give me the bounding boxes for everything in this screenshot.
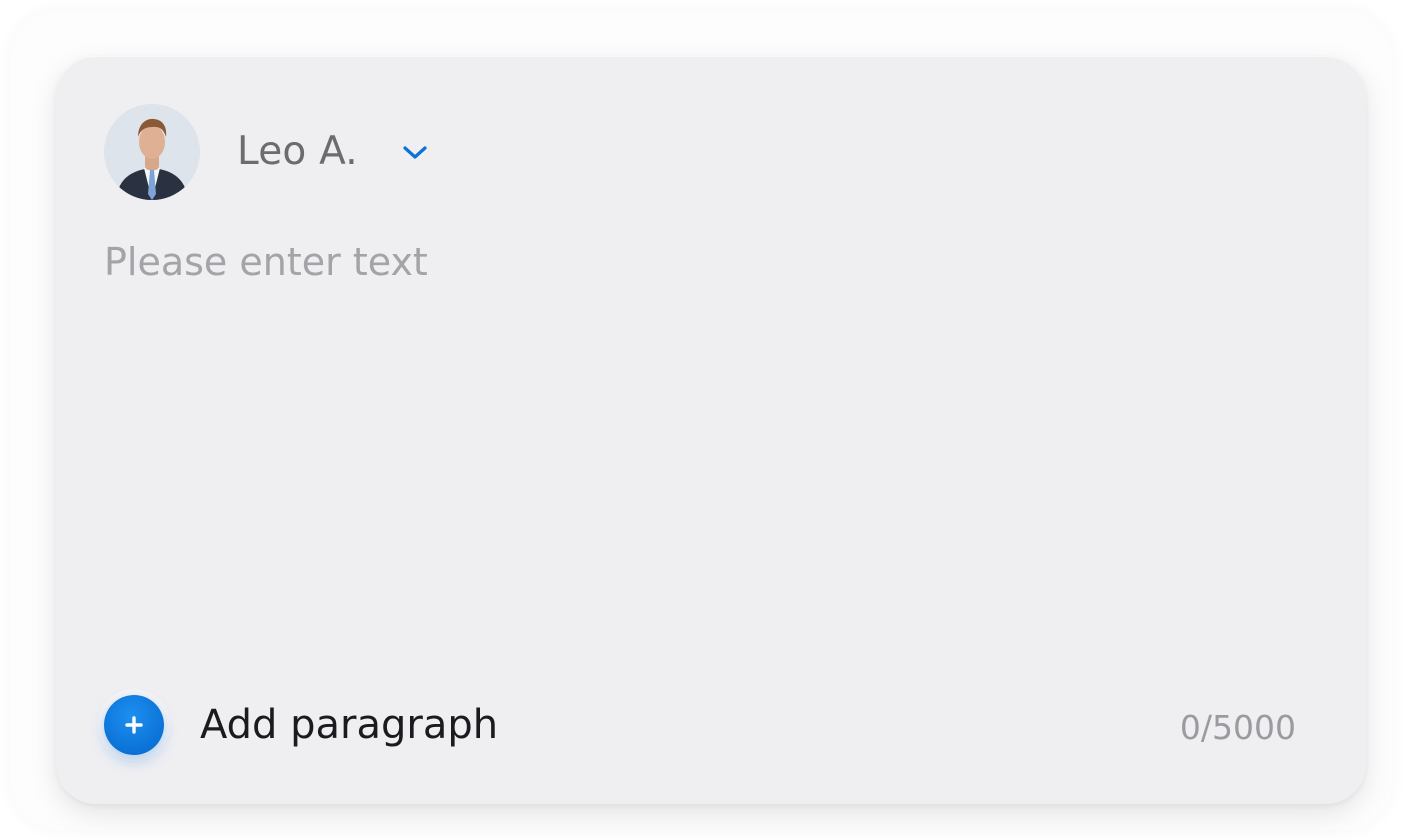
person-avatar-icon xyxy=(104,104,200,200)
text-input[interactable] xyxy=(104,236,1304,636)
avatar[interactable] xyxy=(104,104,200,200)
card-backdrop: Leo A. Add paragraph 0/5000 xyxy=(10,10,1392,830)
add-paragraph-label[interactable]: Add paragraph xyxy=(200,700,498,750)
character-counter: 0/5000 xyxy=(1179,708,1296,747)
plus-icon xyxy=(125,716,143,734)
add-paragraph-button[interactable] xyxy=(104,695,164,755)
composer-card: Leo A. Add paragraph 0/5000 xyxy=(56,56,1366,804)
chevron-down-icon[interactable] xyxy=(400,140,430,164)
author-name[interactable]: Leo A. xyxy=(237,128,358,176)
